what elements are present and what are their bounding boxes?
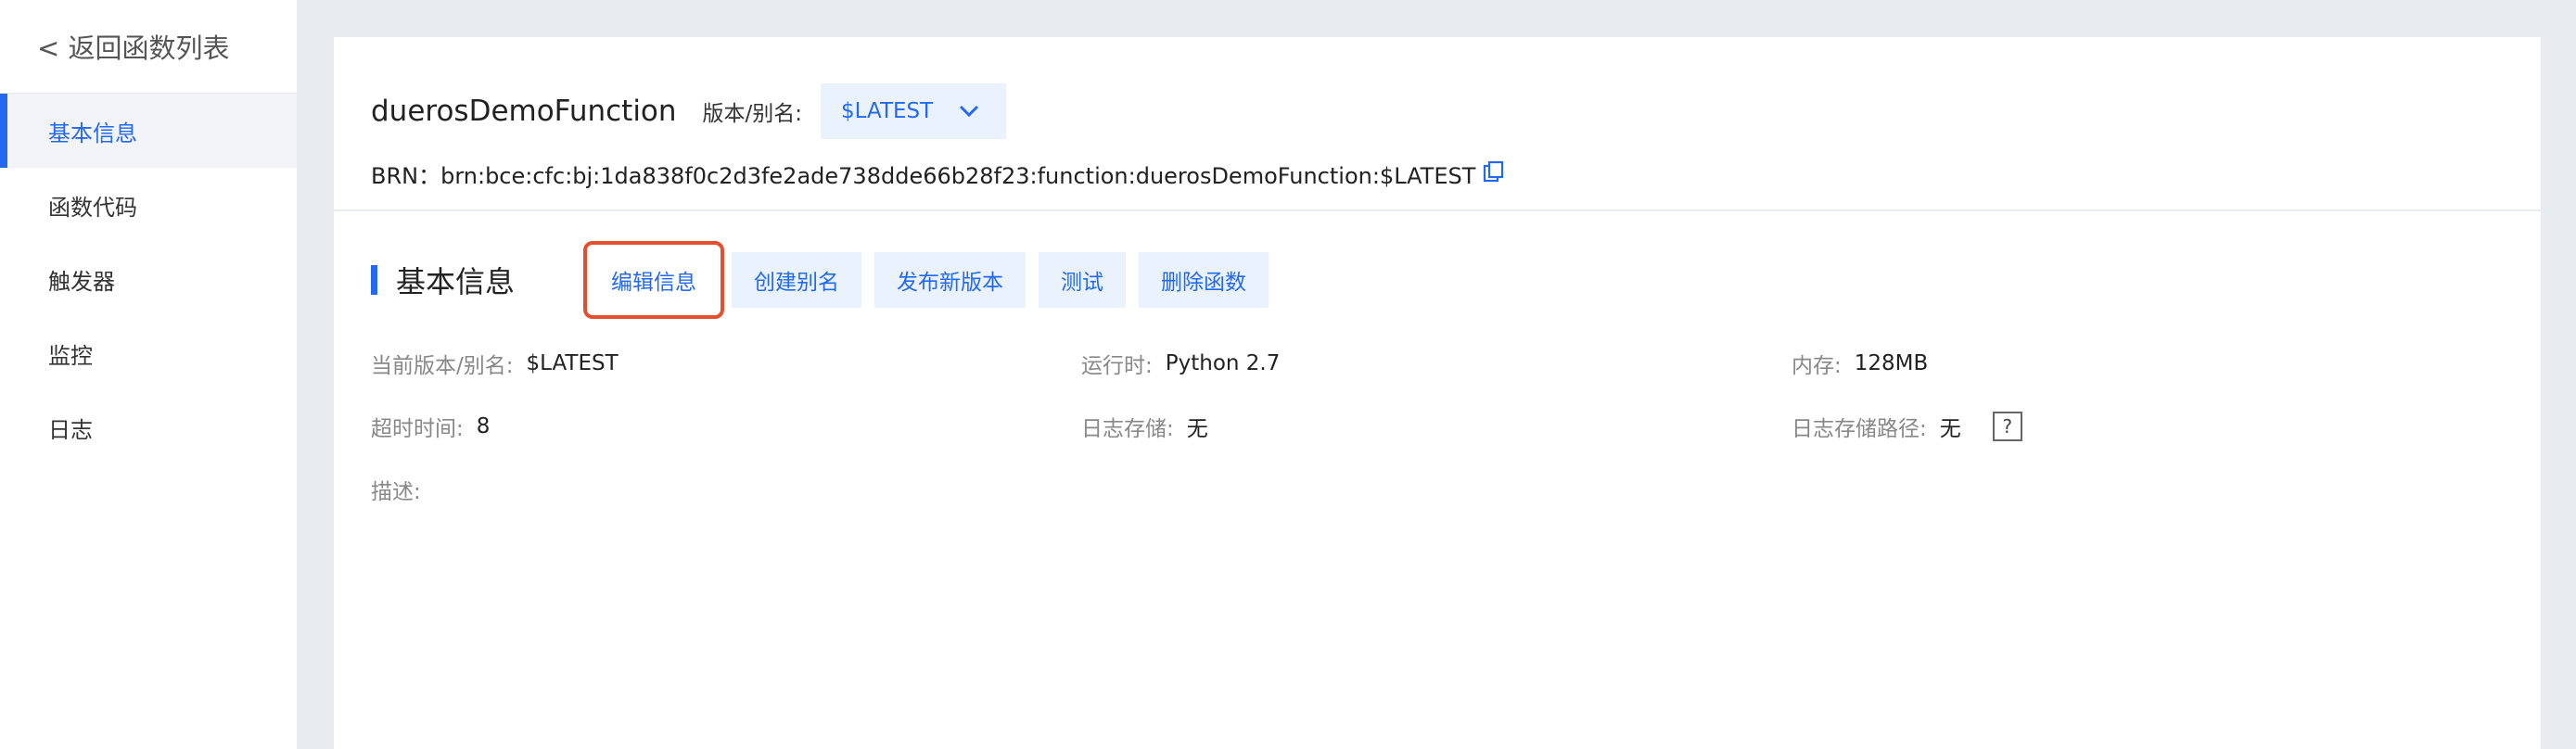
current-version-value: $LATEST bbox=[526, 351, 618, 375]
log-storage-label: 日志存储: bbox=[1081, 417, 1174, 441]
section-title: 基本信息 bbox=[396, 264, 516, 299]
chevron-down-icon bbox=[959, 99, 979, 123]
runtime-value: Python 2.7 bbox=[1165, 351, 1281, 375]
log-path-value: 无 bbox=[1939, 417, 1961, 441]
runtime-label: 运行时: bbox=[1081, 354, 1153, 378]
sidebar-item-trigger[interactable]: 触发器 bbox=[0, 242, 297, 316]
create-alias-button[interactable]: 创建别名 bbox=[732, 252, 861, 308]
log-path-field: 日志存储路径: 无 ? bbox=[1792, 411, 2502, 442]
delete-function-button[interactable]: 删除函数 bbox=[1139, 252, 1269, 308]
function-header: duerosDemoFunction 版本/别名: $LATEST bbox=[371, 83, 1007, 139]
timeout-label: 超时时间: bbox=[371, 417, 464, 441]
description-field: 描述: bbox=[371, 474, 1081, 505]
memory-field: 内存: 128MB bbox=[1792, 348, 2502, 379]
back-to-function-list-link[interactable]: < 返回函数列表 bbox=[0, 0, 297, 94]
description-label: 描述: bbox=[371, 480, 421, 504]
basic-info-section: 基本信息 编辑信息 创建别名 发布新版本 测试 删除函数 bbox=[371, 241, 1282, 319]
memory-value: 128MB bbox=[1854, 351, 1929, 375]
test-button[interactable]: 测试 bbox=[1039, 252, 1126, 308]
brn-text: BRN：brn:bce:cfc:bj:1da838f0c2d3fe2ade738… bbox=[371, 163, 1476, 189]
edit-info-button[interactable]: 编辑信息 bbox=[583, 241, 724, 319]
runtime-field: 运行时: Python 2.7 bbox=[1081, 348, 1792, 379]
sidebar-item-monitor[interactable]: 监控 bbox=[0, 316, 297, 390]
log-path-label: 日志存储路径: bbox=[1792, 417, 1927, 441]
publish-version-button[interactable]: 发布新版本 bbox=[874, 252, 1026, 308]
version-label: 版本/别名: bbox=[702, 102, 803, 126]
copy-icon[interactable] bbox=[1483, 160, 1505, 188]
current-version-label: 当前版本/别名: bbox=[371, 354, 514, 378]
timeout-field: 超时时间: 8 bbox=[371, 411, 1081, 442]
info-row: 当前版本/别名: $LATEST 运行时: Python 2.7 内存: 128… bbox=[371, 332, 2502, 395]
info-row: 描述: bbox=[371, 458, 2502, 521]
version-select[interactable]: $LATEST bbox=[821, 83, 1007, 139]
current-version-field: 当前版本/别名: $LATEST bbox=[371, 348, 1081, 379]
function-name: duerosDemoFunction bbox=[371, 95, 677, 128]
sidebar-item-logs[interactable]: 日志 bbox=[0, 390, 297, 464]
info-grid: 当前版本/别名: $LATEST 运行时: Python 2.7 内存: 128… bbox=[371, 332, 2502, 521]
log-storage-field: 日志存储: 无 bbox=[1081, 411, 1792, 442]
sidebar: < 返回函数列表 基本信息 函数代码 触发器 监控 日志 bbox=[0, 0, 297, 749]
help-icon[interactable]: ? bbox=[1992, 412, 2022, 441]
main-panel: duerosDemoFunction 版本/别名: $LATEST BRN：br… bbox=[334, 37, 2541, 749]
log-storage-value: 无 bbox=[1186, 417, 1208, 441]
sidebar-item-function-code[interactable]: 函数代码 bbox=[0, 168, 297, 242]
memory-label: 内存: bbox=[1792, 354, 1842, 378]
brn-row: BRN：brn:bce:cfc:bj:1da838f0c2d3fe2ade738… bbox=[371, 158, 1505, 190]
info-row: 超时时间: 8 日志存储: 无 日志存储路径: 无 ? bbox=[371, 395, 2502, 458]
section-accent-bar bbox=[371, 265, 377, 295]
sidebar-item-basic-info[interactable]: 基本信息 bbox=[0, 94, 297, 168]
header-divider bbox=[334, 209, 2541, 211]
version-select-value: $LATEST bbox=[841, 99, 934, 123]
timeout-value: 8 bbox=[476, 414, 491, 438]
